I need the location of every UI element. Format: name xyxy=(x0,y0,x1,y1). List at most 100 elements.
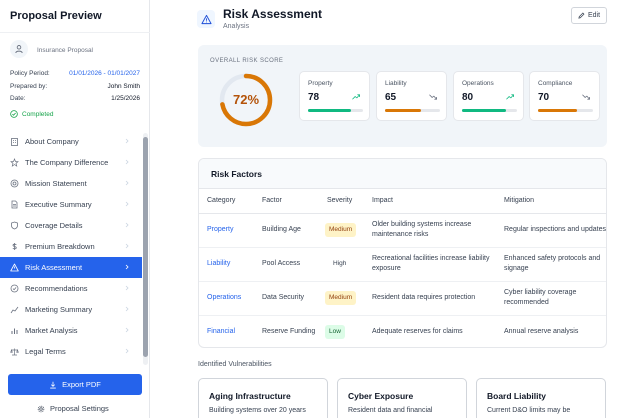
risk-score-value: 72% xyxy=(232,92,260,107)
impact-cell: Adequate reserves for claims xyxy=(372,328,463,336)
scale-icon xyxy=(10,347,19,356)
risk-factors-card: Risk Factors Category Factor Severity Impac… xyxy=(198,158,607,348)
table-row: Property Building Age Medium Older building… xyxy=(199,213,606,248)
chevron-right-icon xyxy=(125,180,129,186)
vulnerability-card[interactable]: Cyber Exposure Resident data and financia… xyxy=(337,378,467,418)
meta-value: John Smith xyxy=(107,83,140,90)
chart-icon xyxy=(10,305,19,314)
check-circle-icon xyxy=(10,284,19,293)
check-circle-icon xyxy=(10,110,18,118)
table-row: Financial Reserve Funding Low Adequate rese… xyxy=(199,315,606,347)
severity-cell: High xyxy=(317,247,364,282)
metric-bar-fill xyxy=(538,109,577,112)
vulnerability-title: Board Liability xyxy=(487,391,547,401)
score-label: OVERALL RISK SCORE xyxy=(210,58,284,64)
mitigation-cell: Annual reserve analysis xyxy=(504,328,579,336)
proposal-settings-button[interactable]: Proposal Settings xyxy=(37,404,109,413)
settings-label: Proposal Settings xyxy=(50,404,109,413)
metric-name: Property xyxy=(308,80,333,87)
severity-cell: Medium xyxy=(317,213,364,248)
vulnerability-card[interactable]: Aging Infrastructure Building systems ove… xyxy=(198,378,328,418)
metric-bar-fill xyxy=(462,109,506,112)
sidebar-item-label: Executive Summary xyxy=(25,200,92,209)
category-link[interactable]: Property xyxy=(199,213,254,248)
mitigation-cell: Cyber liability coverage recommended xyxy=(496,281,606,316)
user-icon xyxy=(10,40,28,58)
sidebar-item-label: Recommendations xyxy=(25,284,88,293)
factor-cell: Pool Access xyxy=(254,247,317,282)
table-header-row: Category Factor Severity Impact Mitigation xyxy=(199,189,606,214)
impact-cell: Resident data requires protection xyxy=(364,281,496,316)
sidebar-item-legal-terms[interactable]: Legal Terms xyxy=(0,341,142,362)
metric-value: 65 xyxy=(385,92,397,103)
factor-cell: Building Age xyxy=(254,213,317,248)
status-badge: Completed xyxy=(10,110,53,118)
category-link[interactable]: Liability xyxy=(199,247,254,282)
sidebar-item-executive-summary[interactable]: Executive Summary xyxy=(0,194,142,215)
meta-value: 01/01/2026 - 01/01/2027 xyxy=(69,70,140,77)
category-link[interactable]: Operations xyxy=(199,281,254,316)
sidebar-item-marketing-summary[interactable]: Marketing Summary xyxy=(0,299,142,320)
category-link[interactable]: Financial xyxy=(199,315,254,347)
chevron-right-icon xyxy=(125,159,129,165)
metric-bar xyxy=(462,109,517,112)
document-icon xyxy=(10,200,19,209)
warning-icon xyxy=(197,10,215,28)
sidebar-item-label: Coverage Details xyxy=(25,221,83,230)
column-header: Severity xyxy=(317,189,364,214)
chevron-right-icon xyxy=(125,264,129,270)
meta-key: Prepared by: xyxy=(10,83,48,90)
gear-icon xyxy=(37,405,45,412)
severity-badge: Medium xyxy=(325,291,357,305)
vulnerability-title: Aging Infrastructure xyxy=(209,391,291,401)
star-icon xyxy=(10,158,19,167)
sidebar-item-label: Mission Statement xyxy=(25,179,87,188)
metric-name: Operations xyxy=(462,80,494,87)
sidebar-scrollbar[interactable] xyxy=(143,133,148,365)
meta-value: 1/25/2026 xyxy=(111,95,140,102)
sidebar-nav: About Company The Company Difference Missi… xyxy=(0,131,142,362)
column-header: Category xyxy=(199,189,254,214)
sidebar-item-coverage-details[interactable]: Coverage Details xyxy=(0,215,142,236)
severity-badge: High xyxy=(333,260,347,267)
trend-up-icon xyxy=(506,94,514,100)
sidebar-item-label: Market Analysis xyxy=(25,326,78,335)
pencil-icon xyxy=(578,12,585,19)
sidebar-item-market-analysis[interactable]: Market Analysis xyxy=(0,320,142,341)
sidebar-item-mission-statement[interactable]: Mission Statement xyxy=(0,173,142,194)
target-icon xyxy=(10,179,19,188)
sidebar-item-risk-assessment[interactable]: Risk Assessment xyxy=(0,257,142,278)
risk-score-card: OVERALL RISK SCORE 72% Property 78 Liabili… xyxy=(198,45,607,147)
sidebar: Proposal Preview Insurance Proposal Poli… xyxy=(0,0,150,418)
edit-button[interactable]: Edit xyxy=(571,7,607,24)
metric-bar xyxy=(538,109,593,112)
sidebar-item-the-company-difference[interactable]: The Company Difference xyxy=(0,152,142,173)
edit-label: Edit xyxy=(587,12,601,19)
impact-cell: Older building systems increase maintena… xyxy=(364,213,496,248)
chevron-right-icon xyxy=(125,327,129,333)
bar-chart-icon xyxy=(10,326,19,335)
shield-icon xyxy=(10,221,19,230)
sidebar-item-label: About Company xyxy=(25,137,79,146)
sidebar-item-about-company[interactable]: About Company xyxy=(0,131,142,152)
chevron-right-icon xyxy=(125,306,129,312)
risk-factors-title: Risk Factors xyxy=(199,159,606,189)
export-label: Export PDF xyxy=(62,380,101,389)
export-pdf-button[interactable]: Export PDF xyxy=(8,374,142,395)
chevron-right-icon xyxy=(125,138,129,144)
vulnerability-desc: Current D&O limits may be xyxy=(487,407,571,414)
column-header: Factor xyxy=(254,189,317,214)
sidebar-item-premium-breakdown[interactable]: Premium Breakdown xyxy=(0,236,142,257)
vulnerability-card[interactable]: Board Liability Current D&O limits may be xyxy=(476,378,606,418)
chevron-right-icon xyxy=(125,348,129,354)
metric-name: Compliance xyxy=(538,80,573,87)
sidebar-item-recommendations[interactable]: Recommendations xyxy=(0,278,142,299)
meta-key: Policy Period: xyxy=(10,70,50,77)
sidebar-item-label: Risk Assessment xyxy=(25,263,83,272)
metric-bar xyxy=(385,109,440,112)
scrollbar-thumb[interactable] xyxy=(143,137,148,357)
metric-card-liability: Liability 65 xyxy=(376,71,447,121)
impact-cell: Recreational facilities increase liabili… xyxy=(364,247,496,282)
table-row: Liability Pool Access High Recreational fac… xyxy=(199,247,606,282)
column-header: Mitigation xyxy=(496,189,606,214)
